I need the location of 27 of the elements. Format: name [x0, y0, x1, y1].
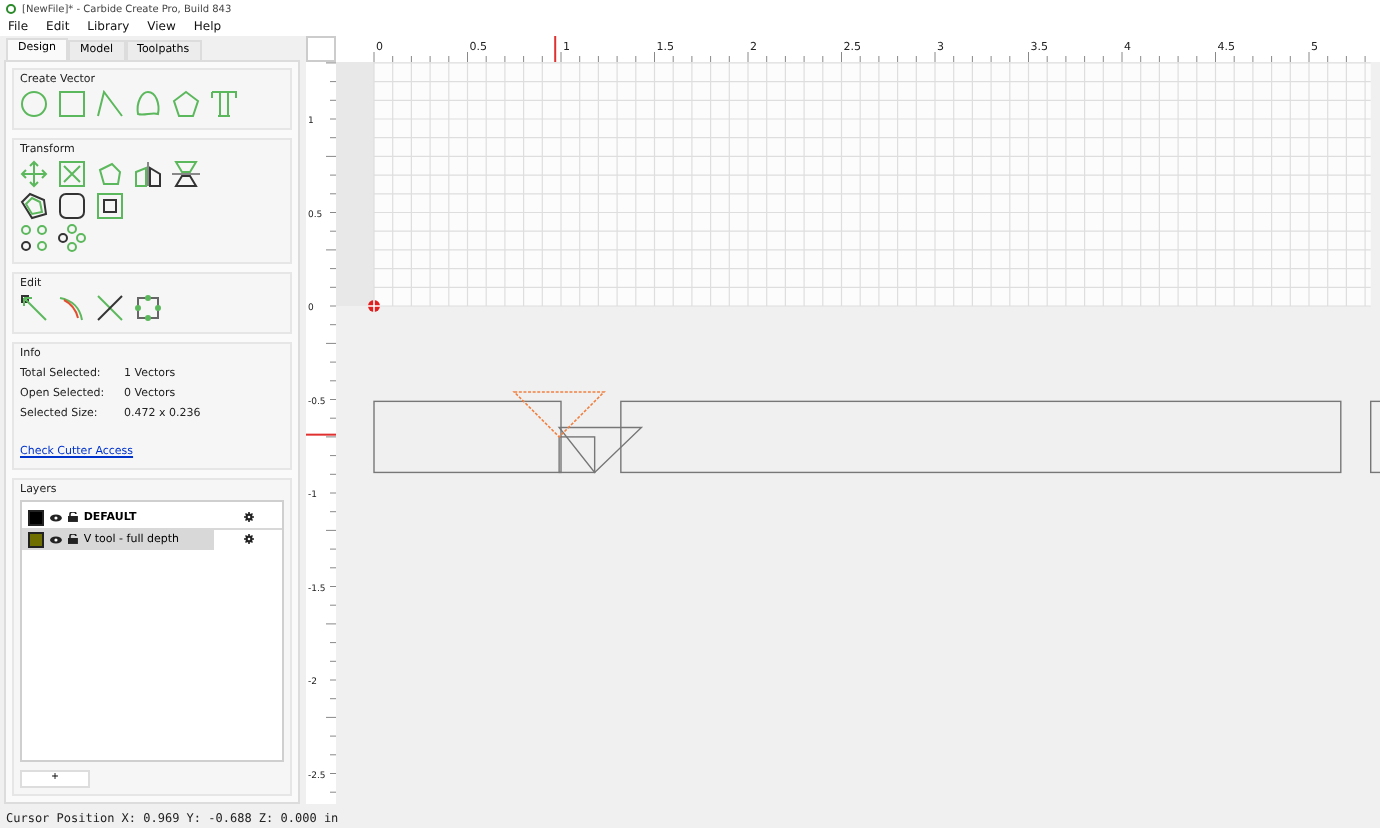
gear-icon	[243, 512, 254, 522]
vector-rectangle[interactable]	[620, 400, 1342, 474]
layer-color-swatch[interactable]	[28, 531, 44, 547]
fillet-icon[interactable]	[58, 192, 86, 220]
gear-icon	[243, 534, 254, 544]
bounding-box-icon[interactable]	[134, 294, 162, 322]
mirror-icon[interactable]	[134, 160, 162, 188]
layer-settings-button[interactable]	[214, 529, 283, 549]
lock-icon[interactable]	[67, 512, 78, 522]
selected-triangle[interactable]	[512, 391, 606, 439]
circular-array-icon[interactable]	[58, 224, 86, 252]
vector-rectangle[interactable]	[558, 436, 596, 474]
layer-color-swatch[interactable]	[28, 509, 44, 525]
node-edit-icon[interactable]	[20, 294, 48, 322]
origin-marker	[367, 299, 381, 313]
app-icon	[6, 4, 16, 14]
vector-rectangle[interactable]	[373, 400, 562, 474]
trim-icon[interactable]	[58, 294, 86, 322]
align-icon[interactable]	[172, 160, 200, 188]
vector-triangle[interactable]	[557, 426, 644, 474]
boolean-icon[interactable]	[96, 192, 124, 220]
cut-icon[interactable]	[96, 294, 124, 322]
grid-array-icon[interactable]	[20, 224, 48, 252]
eye-icon[interactable]	[49, 513, 62, 521]
eye-icon[interactable]	[49, 535, 62, 543]
lock-icon[interactable]	[67, 534, 78, 544]
offset-icon[interactable]	[20, 192, 48, 220]
